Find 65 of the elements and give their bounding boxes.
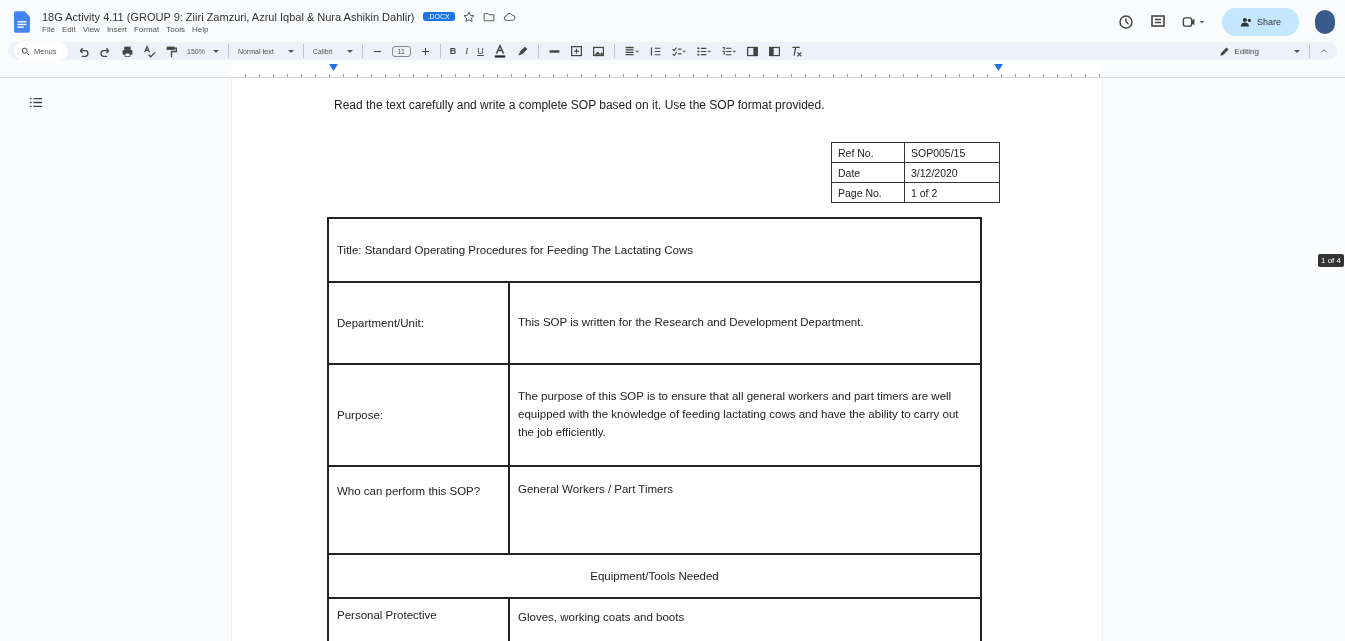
checklist-icon[interactable] xyxy=(670,44,687,58)
table-cell: Personal Protective xyxy=(328,598,509,641)
menu-item[interactable]: Insert xyxy=(106,24,127,34)
avatar[interactable] xyxy=(1315,10,1335,34)
table-cell: Page No. xyxy=(831,182,905,203)
table-cell: This SOP is written for the Research and Development Department. xyxy=(509,282,981,364)
folder-icon[interactable] xyxy=(482,10,495,23)
table-cell: Equipment/Tools Needed xyxy=(328,554,981,598)
indent-marker-icon[interactable] xyxy=(994,64,1003,71)
table-cell: The purpose of this SOP is to ensure that all general workers and part timers are well equipped with the knowledge of feeding lactating cows and have the ability to carry out the job efficiently. xyxy=(509,364,981,466)
highlighter-icon[interactable] xyxy=(515,44,529,58)
caret-icon xyxy=(287,49,294,53)
table-cell: General Workers / Part Timers xyxy=(509,466,981,554)
add-comment-icon[interactable] xyxy=(569,44,583,58)
menu-item[interactable]: Tools xyxy=(166,24,185,34)
page-indicator: 1 of 4 xyxy=(1318,254,1344,267)
menu-item[interactable]: View xyxy=(82,24,100,34)
image-icon[interactable] xyxy=(591,44,605,58)
ruler[interactable] xyxy=(232,64,1102,77)
table-cell: Ref No. xyxy=(831,142,905,163)
table-cell: 3/12/2020 xyxy=(904,162,1000,183)
format-button[interactable]: B xyxy=(449,46,457,56)
instruction-text: Read the text carefully and write a complete SOP based on it. Use the SOP format provided. xyxy=(334,98,826,112)
docs-logo-icon[interactable] xyxy=(14,11,30,33)
table-cell: Department/Unit: xyxy=(328,282,509,364)
plus-icon[interactable] xyxy=(419,45,431,57)
decrease-indent-icon[interactable] xyxy=(745,44,759,58)
editing-mode-dropdown[interactable]: Editing xyxy=(1218,45,1300,57)
menu-item[interactable]: Edit xyxy=(61,24,76,34)
menu-item[interactable]: Help xyxy=(191,24,209,34)
print-icon[interactable] xyxy=(121,44,134,58)
menu-item[interactable]: Format xyxy=(133,24,160,34)
increase-indent-icon[interactable] xyxy=(767,44,781,58)
indent-marker-icon[interactable] xyxy=(329,64,338,71)
text-color-icon[interactable] xyxy=(492,44,507,58)
table-cell: Title: Standard Operating Procedures for Feeding The Lactating Cows xyxy=(328,218,981,282)
paint-format-icon[interactable] xyxy=(165,44,178,58)
comment-icon[interactable] xyxy=(1149,14,1166,30)
table-cell: SOP005/15 xyxy=(904,142,1000,163)
numbered-list-icon[interactable] xyxy=(720,44,737,58)
table-cell: Date xyxy=(831,162,905,183)
star-icon[interactable] xyxy=(462,10,475,23)
search-icon xyxy=(21,47,30,56)
pencil-icon xyxy=(1218,45,1230,57)
caret-icon xyxy=(346,49,353,53)
line-spacing-icon[interactable] xyxy=(648,44,662,58)
history-icon[interactable] xyxy=(1117,14,1134,30)
bulleted-list-icon[interactable] xyxy=(695,44,712,58)
document-title[interactable]: 18G Activity 4.11 (GROUP 9: Ziiri Zamzuri, Azrul Iqbal & Nura Ashikin Dahlir) xyxy=(42,10,415,23)
table-cell: 1 of 2 xyxy=(904,182,1000,203)
table-cell: Purpose: xyxy=(328,364,509,466)
clear-formatting-icon[interactable] xyxy=(789,44,803,58)
table-cell: Who can perform this SOP? xyxy=(328,466,509,554)
share-button[interactable]: Share xyxy=(1221,8,1299,36)
caret-icon xyxy=(212,49,219,53)
format-button[interactable]: I xyxy=(465,46,469,56)
people-icon xyxy=(1239,17,1253,27)
spellcheck-icon[interactable] xyxy=(143,44,156,58)
cloud-icon[interactable] xyxy=(502,10,516,23)
outline-icon[interactable] xyxy=(29,97,43,108)
format-button[interactable]: U xyxy=(477,46,484,56)
align-icon[interactable] xyxy=(623,44,640,58)
caret-icon xyxy=(1294,49,1300,53)
menu-item[interactable]: File xyxy=(42,24,55,34)
video-call-icon[interactable] xyxy=(1181,14,1206,30)
